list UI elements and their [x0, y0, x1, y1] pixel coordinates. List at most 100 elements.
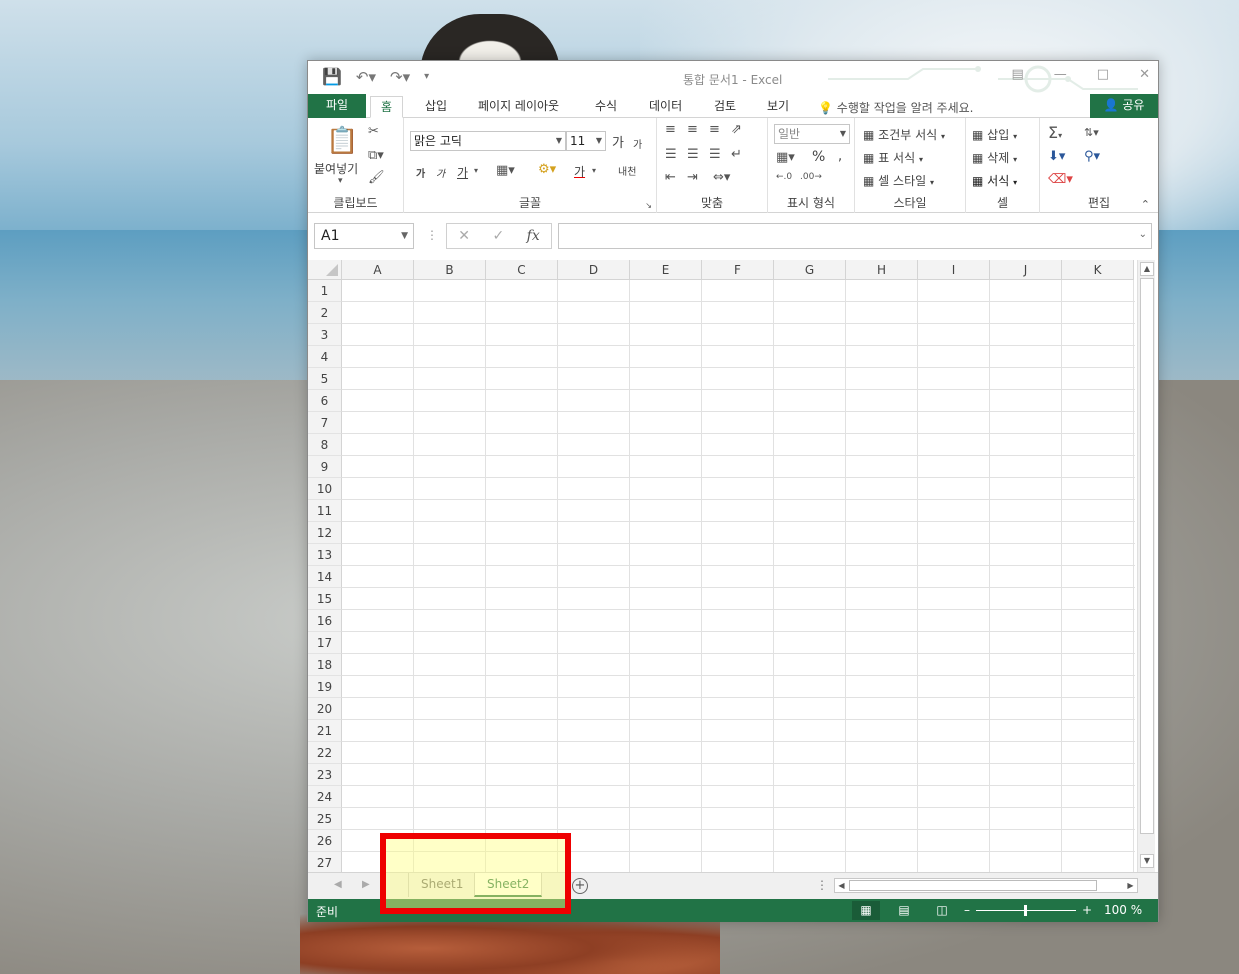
column-header[interactable]: E	[630, 260, 702, 280]
font-color-dropdown-icon[interactable]: ▾	[592, 166, 596, 175]
row-header[interactable]: 1	[308, 280, 342, 302]
italic-button[interactable]: 가	[436, 165, 445, 180]
shrink-font-button[interactable]: 가	[633, 136, 642, 151]
zoom-in-icon[interactable]: +	[1082, 903, 1092, 917]
decrease-indent-icon[interactable]: ⇤	[665, 170, 676, 185]
sort-filter-icon[interactable]: ⇅▾	[1084, 126, 1099, 139]
prev-sheet-icon[interactable]: ◀	[334, 879, 342, 890]
vertical-scrollbar[interactable]: ▲ ▼	[1137, 260, 1155, 872]
scroll-right-icon[interactable]: ▶	[1124, 879, 1137, 892]
normal-view-icon[interactable]: ▦	[852, 901, 880, 920]
enter-icon[interactable]: ✓	[492, 228, 504, 244]
align-right-icon[interactable]: ☰	[709, 147, 721, 162]
save-icon[interactable]: 💾	[322, 67, 342, 86]
scroll-down-icon[interactable]: ▼	[1140, 854, 1154, 868]
name-box[interactable]: A1 ▼	[314, 223, 414, 249]
find-select-icon[interactable]: ⚲▾	[1084, 149, 1100, 164]
sheet-tab-sheet1[interactable]: Sheet1	[408, 873, 475, 897]
row-header[interactable]: 17	[308, 632, 342, 654]
row-header[interactable]: 10	[308, 478, 342, 500]
horizontal-scroll-thumb[interactable]	[849, 880, 1097, 891]
underline-button[interactable]: 가	[457, 164, 468, 181]
maximize-icon[interactable]: □	[1097, 67, 1109, 82]
row-header[interactable]: 18	[308, 654, 342, 676]
scroll-up-icon[interactable]: ▲	[1140, 262, 1154, 276]
ribbon-display-options-icon[interactable]: ▤	[1012, 67, 1024, 82]
sheet-tab-sheet2[interactable]: Sheet2	[474, 873, 543, 897]
fill-color-icon[interactable]: ⚙▾	[538, 162, 556, 177]
row-header[interactable]: 14	[308, 566, 342, 588]
vertical-scroll-thumb[interactable]	[1140, 278, 1154, 834]
minimize-icon[interactable]: —	[1054, 67, 1067, 82]
row-header[interactable]: 13	[308, 544, 342, 566]
cancel-icon[interactable]: ✕	[458, 228, 470, 244]
row-header[interactable]: 15	[308, 588, 342, 610]
row-header[interactable]: 24	[308, 786, 342, 808]
phonetic-button[interactable]: 내천	[618, 163, 636, 178]
row-header[interactable]: 9	[308, 456, 342, 478]
paste-button[interactable]: 붙여넣기	[314, 160, 358, 177]
tab-file[interactable]: 파일	[308, 94, 366, 118]
undo-icon[interactable]: ↶▾	[356, 68, 376, 86]
cut-icon[interactable]: ✂	[368, 124, 379, 139]
row-header[interactable]: 3	[308, 324, 342, 346]
merge-center-icon[interactable]: ⇔▾	[713, 170, 730, 185]
column-header[interactable]: G	[774, 260, 846, 280]
clear-icon[interactable]: ⌫▾	[1048, 172, 1073, 187]
tab-split-handle[interactable]: ⋮	[816, 878, 828, 892]
tab-home[interactable]: 홈	[370, 96, 404, 118]
row-header[interactable]: 26	[308, 830, 342, 852]
top-align-icon[interactable]: ≡	[665, 122, 676, 137]
wrap-text-icon[interactable]: ↵	[731, 147, 742, 162]
underline-dropdown-icon[interactable]: ▾	[474, 166, 478, 175]
close-icon[interactable]: ✕	[1139, 67, 1150, 82]
next-sheet-icon[interactable]: ▶	[362, 879, 370, 890]
page-layout-view-icon[interactable]: ▤	[890, 901, 918, 920]
formula-input[interactable]: ⌄	[558, 223, 1152, 249]
formula-bar-resize-handle[interactable]: ⋮	[426, 228, 438, 242]
accounting-format-icon[interactable]: ▦▾	[776, 150, 795, 165]
column-header[interactable]: I	[918, 260, 990, 280]
row-header[interactable]: 11	[308, 500, 342, 522]
zoom-level[interactable]: 100 %	[1104, 903, 1142, 917]
font-name-dropdown[interactable]: 맑은 고딕 ▼	[410, 131, 566, 151]
row-header[interactable]: 23	[308, 764, 342, 786]
row-header[interactable]: 6	[308, 390, 342, 412]
column-header[interactable]: K	[1062, 260, 1134, 280]
tab-view[interactable]: 보기	[757, 96, 799, 118]
collapse-ribbon-icon[interactable]: ⌃	[1141, 198, 1150, 211]
horizontal-scrollbar[interactable]: ◀ ▶	[834, 878, 1138, 893]
row-header[interactable]: 22	[308, 742, 342, 764]
zoom-out-icon[interactable]: –	[964, 903, 970, 917]
column-header[interactable]: F	[702, 260, 774, 280]
paste-icon[interactable]: 📋	[326, 126, 358, 156]
customize-qat-icon[interactable]: ▾	[424, 71, 429, 82]
column-header[interactable]: C	[486, 260, 558, 280]
borders-icon[interactable]: ▦▾	[496, 163, 515, 178]
percent-style-button[interactable]: %	[812, 149, 825, 165]
orientation-icon[interactable]: ⇗	[731, 122, 742, 137]
cell-area[interactable]	[342, 280, 1135, 872]
row-header[interactable]: 16	[308, 610, 342, 632]
fill-icon[interactable]: ⬇▾	[1048, 149, 1065, 164]
bold-button[interactable]: 가	[416, 165, 425, 180]
row-header[interactable]: 5	[308, 368, 342, 390]
align-center-icon[interactable]: ☰	[687, 147, 699, 162]
zoom-track[interactable]	[976, 904, 1076, 916]
add-sheet-icon[interactable]: +	[572, 878, 588, 894]
autosum-icon[interactable]: Σ▾	[1048, 123, 1062, 142]
font-color-button[interactable]: 가	[574, 163, 585, 180]
cell-styles-button[interactable]: ▦ 셀 스타일 ▾	[863, 172, 934, 189]
share-button[interactable]: 👤 공유	[1090, 94, 1158, 118]
row-header[interactable]: 7	[308, 412, 342, 434]
row-header[interactable]: 19	[308, 676, 342, 698]
page-break-view-icon[interactable]: ◫	[928, 901, 956, 920]
dialog-launcher-icon[interactable]: ↘	[645, 201, 652, 210]
increase-decimal-icon[interactable]: ←.0	[776, 172, 792, 182]
row-header[interactable]: 27	[308, 852, 342, 872]
tell-me-box[interactable]: 💡 수행할 작업을 알려 주세요.	[818, 99, 973, 116]
number-format-dropdown[interactable]: 일반 ▼	[774, 124, 850, 144]
copy-icon[interactable]: ⧉▾	[368, 148, 384, 163]
insert-cells-button[interactable]: ▦ 삽입 ▾	[972, 126, 1017, 143]
format-as-table-button[interactable]: ▦ 표 서식 ▾	[863, 149, 923, 166]
